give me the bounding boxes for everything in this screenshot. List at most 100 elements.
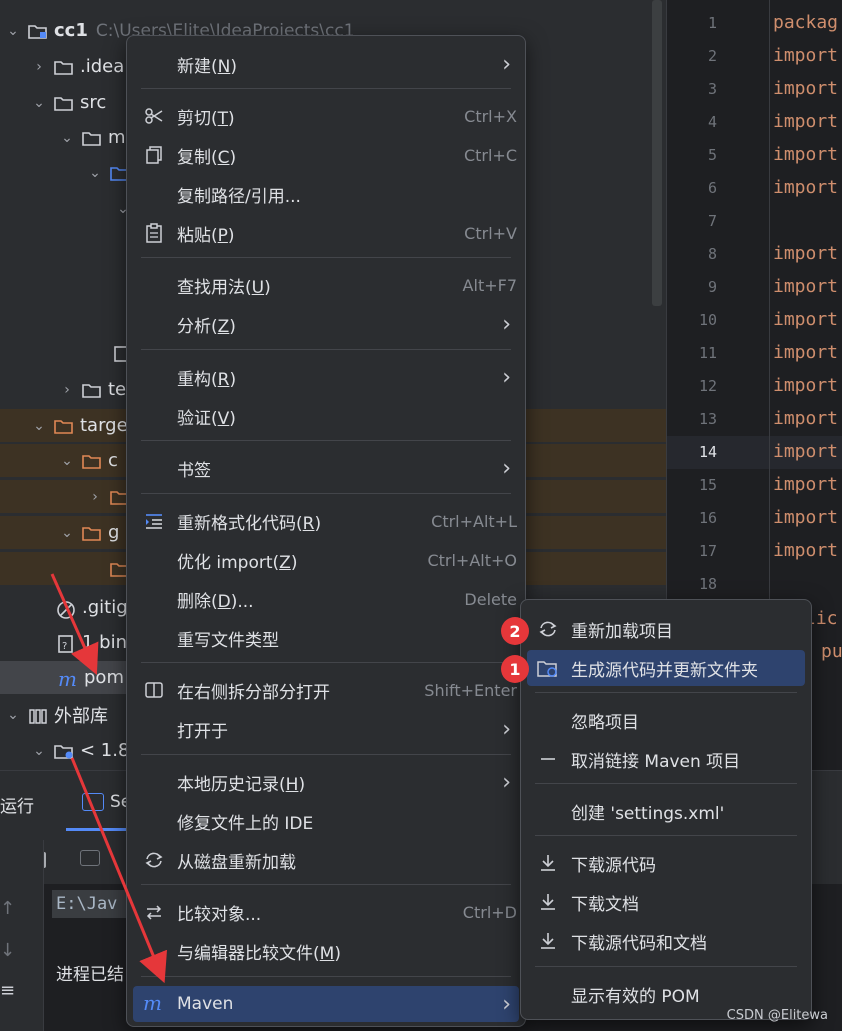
chevron-down-icon[interactable]: ⌄ <box>32 743 46 759</box>
chevron-right-icon: › <box>502 991 511 1017</box>
svg-text:?: ? <box>62 641 67 652</box>
chevron-down-icon[interactable]: ⌄ <box>6 23 20 39</box>
tree-label: < 1.8 <box>80 740 130 761</box>
menu-item-比较对象[interactable]: 比较对象... Ctrl+D <box>133 894 519 930</box>
chevron-down-icon[interactable]: ⌄ <box>32 95 46 111</box>
code-line: import <box>773 540 839 561</box>
menu-item-剪切[interactable]: 剪切(T) Ctrl+X <box>133 98 519 134</box>
menu-item-分析[interactable]: 分析(Z) › <box>133 306 519 342</box>
chevron-down-icon[interactable]: ⌄ <box>32 418 46 434</box>
menu-item-复制[interactable]: 复制(C) Ctrl+C <box>133 137 519 173</box>
tree-label: src <box>80 92 107 113</box>
tree-row-selected[interactable]: m pom <box>0 661 140 694</box>
line-number: 16 <box>698 509 717 527</box>
menu-item-maven[interactable]: m Maven › <box>133 986 519 1022</box>
maven-item-7[interactable]: 下载文档 <box>527 884 805 920</box>
menu-item-label: 新建(N) <box>177 56 237 77</box>
chevron-right-icon[interactable]: › <box>60 382 74 398</box>
menu-item-删除[interactable]: 删除(D)... Delete <box>133 581 519 617</box>
maven-icon: m <box>58 670 82 688</box>
menu-item-在右侧拆分部分打开[interactable]: 在右侧拆分部分打开 Shift+Enter <box>133 672 519 708</box>
chevron-right-icon[interactable]: › <box>32 59 46 75</box>
line-number: 2 <box>707 47 717 65</box>
step-badge-2: 2 <box>501 617 529 645</box>
menu-item-label: 比较对象... <box>177 904 262 925</box>
tree-label: .idea <box>80 56 125 77</box>
tree-label: c <box>108 450 118 471</box>
menu-item-验证[interactable]: 验证(V) <box>133 398 519 434</box>
menu-item-label: 验证(V) <box>177 408 236 429</box>
menu-item-查找用法[interactable]: 查找用法(U) Alt+F7 <box>133 267 519 303</box>
line-number: 7 <box>707 212 717 230</box>
code-line: import <box>773 45 839 66</box>
line-number: 14 <box>698 443 717 461</box>
menu-item-label: 复制(C) <box>177 147 237 168</box>
camera-icon[interactable] <box>80 850 100 866</box>
menu-item-打开于[interactable]: 打开于 › <box>133 711 519 747</box>
menu-item-重写文件类型[interactable]: 重写文件类型 <box>133 620 519 656</box>
menu-item-重构[interactable]: 重构(R) › <box>133 359 519 395</box>
menu-item-复制路径-引用[interactable]: 复制路径/引用... <box>133 176 519 212</box>
maven-item-3[interactable]: 忽略项目 <box>527 702 805 738</box>
chevron-right-icon[interactable]: › <box>88 489 102 505</box>
folder-icon <box>82 382 102 398</box>
menu-shortcut: Ctrl+Alt+L <box>431 511 517 531</box>
menu-separator <box>535 835 797 836</box>
maven-item-1[interactable]: 重新加载项目 <box>527 611 805 647</box>
menu-shortcut: Ctrl+C <box>463 145 517 165</box>
menu-item-label: 与编辑器比较文件(M) <box>177 943 341 964</box>
menu-shortcut: Delete <box>464 589 517 609</box>
tree-scrollbar[interactable] <box>652 0 662 306</box>
reload-icon <box>143 849 165 871</box>
folder-icon <box>54 59 74 75</box>
line-number: 3 <box>707 80 717 98</box>
maven-icon: m <box>143 993 165 1015</box>
maven-item-2[interactable]: 生成源代码并更新文件夹 <box>527 650 805 686</box>
menu-item-书签[interactable]: 书签 › <box>133 450 519 486</box>
tree-label: te <box>108 379 127 400</box>
menu-item-与编辑器比较文件[interactable]: 与编辑器比较文件(M) <box>133 933 519 969</box>
menu-item-修复文件上的-ide[interactable]: 修复文件上的 IDE <box>133 803 519 839</box>
menu-item-label: 重构(R) <box>177 369 237 390</box>
folder-icon <box>54 95 74 111</box>
menu-separator <box>141 440 511 441</box>
chevron-down-icon[interactable]: ⌄ <box>60 453 74 469</box>
maven-item-4[interactable]: 取消链接 Maven 项目 <box>527 741 805 777</box>
console-line: E:\Jav <box>56 894 118 914</box>
menu-item-label: 下载文档 <box>571 894 639 915</box>
maven-item-9[interactable]: 显示有效的 POM <box>527 976 805 1012</box>
chevron-down-icon[interactable]: ⌄ <box>6 707 20 723</box>
menu-item-优化-import[interactable]: 优化 import(Z) Ctrl+Alt+O <box>133 542 519 578</box>
code-line: import <box>773 243 839 264</box>
line-number: 12 <box>698 377 717 395</box>
maven-item-6[interactable]: 下载源代码 <box>527 845 805 881</box>
paste-icon <box>143 222 165 244</box>
chevron-down-icon[interactable]: ⌄ <box>60 525 74 541</box>
ignore-file-icon <box>56 600 76 619</box>
maven-item-8[interactable]: 下载源代码和文档 <box>527 923 805 959</box>
soft-wrap-icon[interactable]: ≡ <box>0 980 15 1001</box>
code-line: import <box>773 309 839 330</box>
console-tab-icon <box>82 793 104 811</box>
tree-label: targe <box>80 415 128 436</box>
menu-item-label: 创建 'settings.xml' <box>571 803 725 824</box>
chevron-down-icon[interactable]: ⌄ <box>60 130 74 146</box>
menu-item-本地历史记录[interactable]: 本地历史记录(H) › <box>133 764 519 800</box>
jdk-icon <box>54 743 74 759</box>
menu-item-从磁盘重新加载[interactable]: 从磁盘重新加载 <box>133 842 519 878</box>
down-arrow-icon[interactable]: ↓ <box>0 940 15 961</box>
menu-item-label: 本地历史记录(H) <box>177 774 306 795</box>
tab-run[interactable]: 运行 <box>0 792 34 817</box>
menu-item-重新格式化代码[interactable]: 重新格式化代码(R) Ctrl+Alt+L <box>133 503 519 539</box>
up-arrow-icon[interactable]: ↑ <box>0 898 15 919</box>
code-line: import <box>773 408 839 429</box>
code-line: import <box>773 276 839 297</box>
tree-label: cc1 <box>54 20 88 41</box>
menu-item-新建[interactable]: 新建(N) › <box>133 46 519 82</box>
gutter-divider <box>769 0 770 600</box>
menu-item-label: 下载源代码 <box>571 855 656 876</box>
code-line: import <box>773 441 839 462</box>
chevron-down-icon[interactable]: ⌄ <box>88 165 102 181</box>
maven-item-5[interactable]: 创建 'settings.xml' <box>527 793 805 829</box>
menu-item-粘贴[interactable]: 粘贴(P) Ctrl+V <box>133 215 519 251</box>
